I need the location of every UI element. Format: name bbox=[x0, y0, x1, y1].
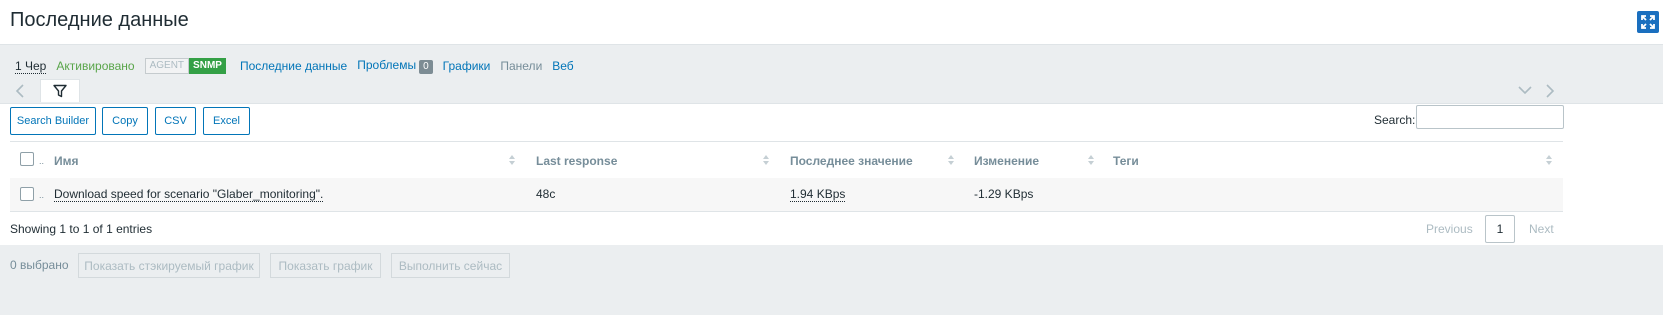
graphs-link[interactable]: Графики bbox=[443, 59, 491, 73]
search-input[interactable] bbox=[1416, 105, 1564, 129]
column-header-change[interactable]: Изменение bbox=[974, 154, 1039, 168]
chevron-down-icon[interactable] bbox=[1518, 85, 1532, 95]
show-graph-button[interactable]: Показать график bbox=[270, 253, 381, 278]
filter-row bbox=[0, 79, 1663, 103]
availability-badges: AGENT SNMP bbox=[144, 58, 226, 74]
row-menu-icon[interactable]: .. bbox=[39, 190, 44, 200]
fullscreen-icon bbox=[1641, 15, 1655, 29]
entries-info: Showing 1 to 1 of 1 entries bbox=[10, 222, 153, 236]
page-1-button[interactable]: 1 bbox=[1485, 215, 1515, 243]
sort-icon bbox=[1546, 155, 1552, 165]
column-header-last-response[interactable]: Last response bbox=[536, 154, 617, 168]
search-builder-button[interactable]: Search Builder bbox=[10, 107, 96, 135]
agent-badge: AGENT bbox=[144, 58, 190, 74]
sort-icon bbox=[948, 155, 954, 165]
csv-button[interactable]: CSV bbox=[155, 107, 196, 135]
last-value-link[interactable]: 1.94 KBps bbox=[790, 187, 846, 202]
web-link[interactable]: Веб bbox=[552, 59, 573, 73]
column-toggle-icon[interactable]: .. bbox=[39, 156, 44, 166]
problems-label: Проблемы bbox=[357, 58, 417, 72]
row-checkbox[interactable] bbox=[20, 187, 34, 201]
previous-button[interactable]: Previous bbox=[1426, 222, 1473, 236]
host-link[interactable]: 1 Чер bbox=[15, 59, 47, 74]
filter-icon bbox=[53, 84, 67, 98]
problems-link[interactable]: Проблемы 0 bbox=[357, 58, 433, 74]
next-button[interactable]: Next bbox=[1529, 222, 1554, 236]
column-header-tags[interactable]: Теги bbox=[1113, 154, 1139, 168]
table-row: .. Download speed for scenario "Glaber_m… bbox=[10, 178, 1563, 212]
filter-tab[interactable] bbox=[40, 79, 80, 102]
excel-button[interactable]: Excel bbox=[203, 107, 250, 135]
column-header-last-value[interactable]: Последнее значение bbox=[790, 154, 913, 168]
column-header-name[interactable]: Имя bbox=[54, 154, 79, 168]
host-status: Активировано bbox=[56, 59, 135, 73]
sort-icon bbox=[1088, 155, 1094, 165]
table-header: .. Имя Last response Последнее значение … bbox=[10, 141, 1563, 180]
select-all-checkbox[interactable] bbox=[20, 152, 34, 166]
last-response-cell: 48с bbox=[536, 187, 556, 201]
item-name-link[interactable]: Download speed for scenario "Glaber_moni… bbox=[54, 187, 324, 202]
execute-now-button[interactable]: Выполнить сейчас bbox=[391, 253, 510, 278]
dashboards-link: Панели bbox=[500, 59, 543, 73]
latest-data-link[interactable]: Последние данные bbox=[240, 59, 347, 73]
change-cell: -1.29 KBps bbox=[974, 187, 1034, 201]
copy-button[interactable]: Copy bbox=[102, 107, 148, 135]
search-label: Search: bbox=[1374, 113, 1416, 127]
problems-count-badge: 0 bbox=[419, 60, 433, 74]
show-stacked-graph-button[interactable]: Показать стэкируемый график bbox=[78, 253, 260, 278]
snmp-badge: SNMP bbox=[189, 58, 226, 74]
fullscreen-button[interactable] bbox=[1637, 11, 1659, 33]
sort-icon bbox=[509, 155, 515, 165]
page-title: Последние данные bbox=[10, 9, 189, 31]
chevron-right-icon[interactable] bbox=[1545, 84, 1555, 98]
page-header: Последние данные bbox=[0, 0, 1663, 45]
selected-count: 0 выбрано bbox=[10, 258, 69, 272]
chevron-left-icon[interactable] bbox=[15, 84, 25, 98]
host-navigation: 1 Чер Активировано AGENT SNMP Последние … bbox=[10, 58, 584, 74]
sort-icon bbox=[763, 155, 769, 165]
